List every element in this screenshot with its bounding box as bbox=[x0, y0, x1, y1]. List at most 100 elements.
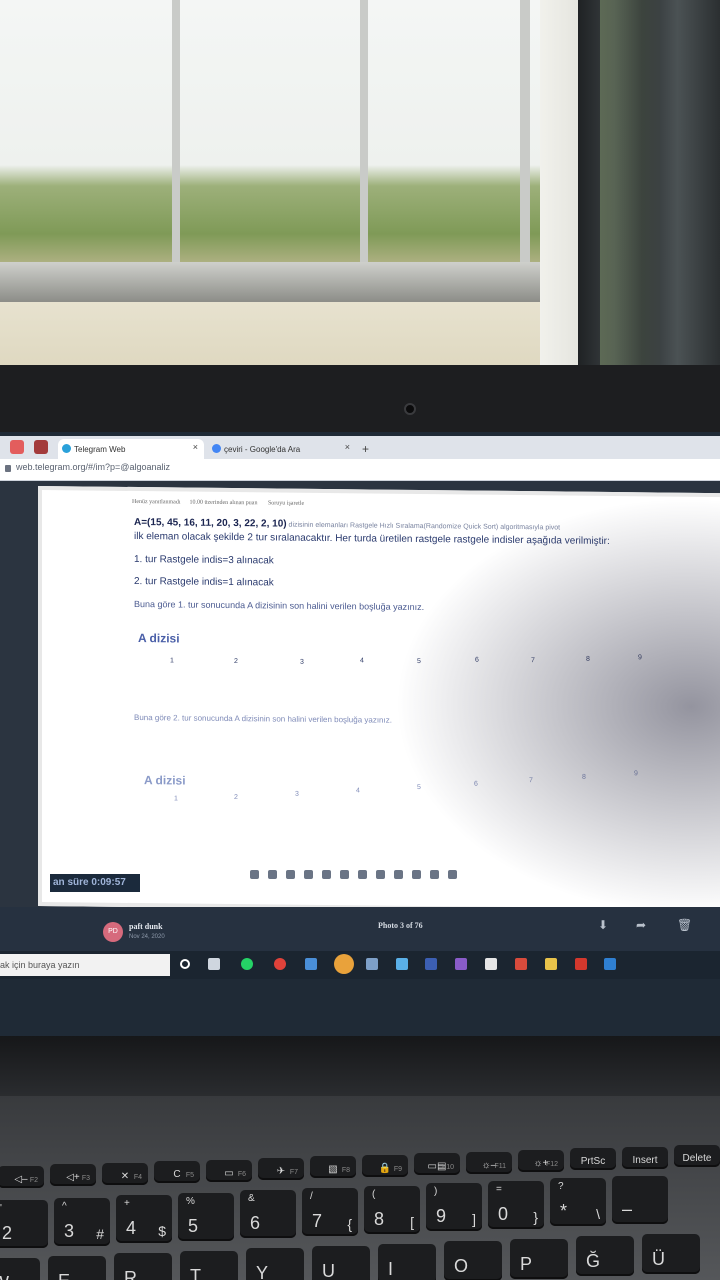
number-key[interactable]: ' 2 bbox=[0, 1200, 48, 1248]
function-key[interactable]: ◁+ F3 bbox=[50, 1164, 96, 1187]
folder-icon[interactable] bbox=[545, 958, 557, 970]
tab-telegram[interactable]: Telegram Web × bbox=[58, 439, 204, 459]
letter-key[interactable]: Ğ bbox=[576, 1236, 634, 1277]
function-key[interactable]: ✈ F7 bbox=[258, 1158, 304, 1180]
key-sublabel: F7 bbox=[289, 1169, 298, 1176]
function-key[interactable]: C F5 bbox=[154, 1161, 200, 1184]
number-key[interactable]: – bbox=[612, 1176, 668, 1224]
app-icon[interactable] bbox=[485, 958, 497, 970]
function-key[interactable]: ✕ F4 bbox=[102, 1162, 148, 1185]
tab-label: çeviri - Google'da Ara bbox=[224, 444, 301, 454]
url-text[interactable]: web.telegram.org/#/im?p=@algoanaliz bbox=[16, 462, 170, 472]
forward-icon[interactable]: ➦ bbox=[636, 918, 646, 932]
function-key[interactable]: ▭ F6 bbox=[206, 1159, 252, 1182]
google-icon bbox=[212, 444, 221, 453]
function-key[interactable]: ◁– F2 bbox=[0, 1166, 44, 1188]
key-label: 4 bbox=[126, 1218, 137, 1239]
function-key[interactable]: Insert bbox=[622, 1146, 668, 1169]
letter-key[interactable]: P bbox=[510, 1238, 568, 1279]
key-label: 2 bbox=[2, 1223, 13, 1243]
key-label: I bbox=[388, 1258, 394, 1279]
letter-key[interactable]: Y bbox=[246, 1248, 304, 1280]
key-sublabel: F12 bbox=[545, 1161, 558, 1168]
new-tab-button[interactable]: + bbox=[362, 442, 369, 456]
number-key[interactable]: ) 9] bbox=[426, 1183, 482, 1232]
index-row-2: 1 2 3 4 5 6 7 8 9 bbox=[42, 490, 720, 802]
opera-icon[interactable] bbox=[274, 958, 286, 970]
number-key[interactable]: & 6 bbox=[240, 1190, 296, 1239]
function-key[interactable]: ▭▤ F10 bbox=[414, 1153, 460, 1176]
letter-key[interactable]: U bbox=[312, 1246, 370, 1280]
key-label: PrtSc bbox=[580, 1156, 606, 1168]
chrome-icon[interactable] bbox=[334, 954, 354, 974]
avatar[interactable]: PD bbox=[103, 922, 123, 942]
pinned-tab-icon[interactable] bbox=[10, 440, 24, 454]
letter-key[interactable]: W bbox=[0, 1258, 40, 1280]
app-icon bbox=[376, 869, 385, 879]
task-view-icon[interactable] bbox=[208, 958, 220, 970]
key-shift-label: = bbox=[496, 1183, 502, 1195]
letter-key[interactable]: Ü bbox=[642, 1234, 700, 1274]
function-key[interactable]: PrtSc bbox=[570, 1148, 616, 1171]
app-icon bbox=[358, 869, 367, 879]
array-index: 4 bbox=[360, 657, 364, 665]
letter-key[interactable]: O bbox=[444, 1241, 502, 1280]
calculator-icon[interactable] bbox=[366, 958, 378, 970]
number-key[interactable]: / 7 { bbox=[302, 1188, 358, 1236]
number-key[interactable]: +4 $ bbox=[116, 1195, 172, 1244]
function-key[interactable]: Delete bbox=[674, 1145, 720, 1168]
taskbar-search[interactable]: ak için buraya yazın bbox=[0, 954, 170, 976]
window-landscape bbox=[0, 0, 560, 300]
telegram-icon bbox=[62, 444, 71, 453]
number-key[interactable]: ^ 3 # bbox=[54, 1197, 110, 1246]
vs-code-icon[interactable] bbox=[425, 958, 437, 970]
array-index: 8 bbox=[582, 773, 586, 781]
number-key[interactable]: % 5 bbox=[178, 1192, 234, 1241]
git-icon[interactable] bbox=[515, 958, 527, 970]
sender-name[interactable]: paft dunk bbox=[129, 922, 163, 931]
key-shift-label: + bbox=[124, 1198, 130, 1210]
key-label: 3 bbox=[64, 1220, 75, 1241]
letter-key[interactable]: R bbox=[114, 1253, 172, 1280]
key-label: Insert bbox=[632, 1154, 658, 1166]
shield-icon[interactable] bbox=[396, 958, 408, 970]
remaining-time: an süre 0:09:57 bbox=[50, 874, 140, 892]
mail-icon[interactable] bbox=[305, 958, 317, 970]
key-shift-label: ^ bbox=[62, 1200, 67, 1212]
array-definition: A=(15, 45, 16, 11, 20, 3, 22, 2, 10) bbox=[134, 517, 287, 530]
array-index: 7 bbox=[529, 777, 533, 785]
close-icon[interactable]: × bbox=[345, 442, 350, 452]
number-key[interactable]: = 0} bbox=[488, 1180, 544, 1229]
delete-icon[interactable]: 🗑 bbox=[677, 918, 692, 932]
letter-key[interactable]: T bbox=[180, 1250, 238, 1280]
pdf-icon[interactable] bbox=[575, 958, 587, 970]
key-label: 5 bbox=[188, 1215, 199, 1236]
function-key[interactable]: ▧ F8 bbox=[310, 1156, 356, 1179]
key-altgr-label: [ bbox=[410, 1213, 414, 1230]
function-key[interactable]: ☼+ F12 bbox=[518, 1150, 564, 1172]
number-key[interactable]: (8 [ bbox=[364, 1185, 420, 1234]
flag-question-link[interactable]: Soruyu işaretle bbox=[268, 500, 304, 506]
key-shift-label: ? bbox=[558, 1181, 564, 1193]
cortana-icon[interactable] bbox=[180, 959, 190, 969]
visual-studio-icon[interactable] bbox=[455, 958, 467, 970]
array-index: 3 bbox=[295, 790, 299, 798]
letter-key[interactable]: I bbox=[378, 1243, 436, 1280]
key-sublabel: F10 bbox=[441, 1164, 454, 1172]
number-key[interactable]: ? * \ bbox=[550, 1178, 606, 1227]
function-key[interactable]: 🔒 F9 bbox=[362, 1154, 408, 1177]
whatsapp-icon[interactable] bbox=[241, 958, 253, 970]
close-icon[interactable]: × bbox=[193, 442, 198, 452]
letter-key[interactable]: E bbox=[48, 1255, 106, 1280]
tab-google[interactable]: çeviri - Google'da Ara × bbox=[208, 439, 356, 459]
key-label: 0 bbox=[498, 1203, 509, 1224]
photo-counter: Photo 3 of 76 bbox=[378, 921, 423, 930]
key-label: W bbox=[0, 1273, 9, 1280]
laptop-hinge bbox=[0, 1036, 720, 1096]
pinned-tab-icon[interactable] bbox=[34, 440, 48, 454]
key-altgr-label: $ bbox=[158, 1223, 166, 1240]
app-icon[interactable] bbox=[604, 958, 616, 970]
function-key[interactable]: ☼– F11 bbox=[466, 1151, 512, 1174]
download-icon[interactable]: ⬇ bbox=[598, 918, 608, 932]
key-sublabel: F5 bbox=[185, 1172, 194, 1180]
